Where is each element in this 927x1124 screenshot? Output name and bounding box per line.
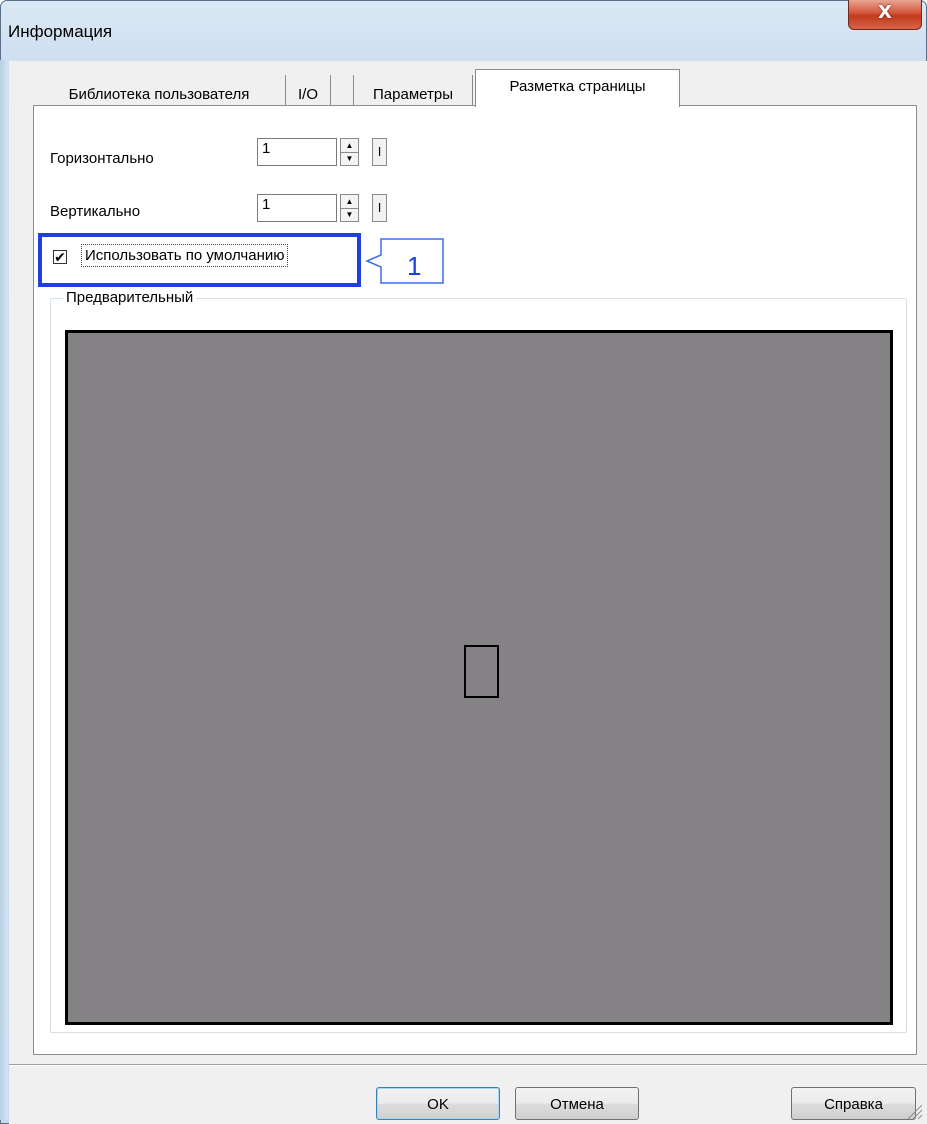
window-title: Информация — [8, 22, 113, 41]
tab-label: Параметры — [373, 86, 453, 103]
tab-label: Библиотека пользователя — [68, 86, 250, 103]
tab-label: I/O — [297, 86, 318, 103]
tab-io[interactable]: I/O — [286, 75, 331, 106]
preview-group-label: Предварительный — [63, 289, 197, 306]
horizontal-extra-button[interactable]: I — [372, 138, 387, 166]
vertical-extra-button[interactable]: I — [372, 194, 387, 222]
vertical-spinner[interactable]: ▲ ▼ — [340, 194, 359, 222]
resize-grip-icon[interactable] — [903, 1100, 923, 1120]
close-button[interactable]: X — [848, 0, 922, 30]
horizontal-spinner[interactable]: ▲ ▼ — [340, 138, 359, 166]
tab-parameters[interactable]: Параметры — [353, 75, 473, 106]
spin-down-icon[interactable]: ▼ — [341, 208, 358, 221]
tab-label: Разметка страницы — [509, 78, 646, 95]
bottom-separator-highlight — [9, 1065, 927, 1066]
cancel-button[interactable]: Отмена — [515, 1087, 639, 1120]
window-frame-edge — [0, 60, 8, 1120]
callout-bubble — [365, 238, 444, 284]
spin-up-icon[interactable]: ▲ — [341, 139, 358, 153]
callout-number: 1 — [407, 251, 422, 281]
tab-page-layout[interactable]: Разметка страницы — [475, 69, 680, 107]
help-button[interactable]: Справка — [791, 1087, 916, 1120]
spin-down-icon[interactable]: ▼ — [341, 152, 358, 165]
page-preview-rect — [464, 645, 499, 698]
vertical-label: Вертикально — [50, 203, 141, 220]
horizontal-label: Горизонтально — [50, 150, 154, 167]
vertical-input[interactable]: 1 — [257, 194, 337, 222]
horizontal-input[interactable]: 1 — [257, 138, 337, 166]
close-icon: X — [878, 2, 892, 23]
spin-up-icon[interactable]: ▲ — [341, 195, 358, 209]
annotation-highlight-box — [38, 233, 361, 287]
ok-button[interactable]: OK — [376, 1087, 500, 1120]
tab-user-library[interactable]: Библиотека пользователя — [33, 75, 286, 106]
